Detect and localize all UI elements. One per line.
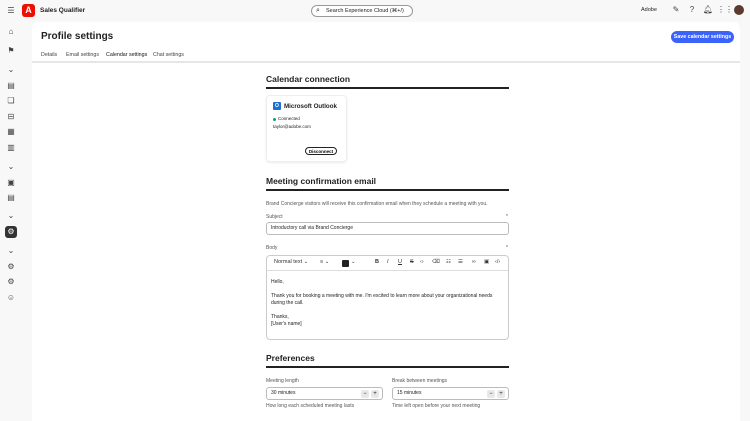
meeting-length-value: 30 minutes	[271, 390, 296, 396]
leads-icon[interactable]: ⚑	[5, 45, 17, 57]
tab-details[interactable]: Details	[41, 52, 57, 58]
profile-settings-icon[interactable]: ⚙	[5, 226, 17, 238]
meeting-length-label: Meeting length	[266, 378, 299, 384]
break-label: Break between meetings	[392, 378, 448, 384]
outlook-icon: O	[273, 102, 281, 110]
increment-button[interactable]: +	[497, 390, 505, 398]
calendar-icon[interactable]: ▦	[5, 126, 17, 138]
required-indicator: *	[506, 245, 508, 251]
home-icon[interactable]: ⌂	[5, 26, 17, 38]
config-icon[interactable]: ⚙	[5, 276, 17, 288]
body-line: Thank you for booking a meeting with me.…	[271, 293, 493, 306]
list-icon[interactable]: ▤	[5, 80, 17, 92]
text-style-dropdown[interactable]: Normal text ⌄	[274, 259, 308, 265]
connected-email: taylor@adobe.com	[273, 124, 311, 129]
document-icon[interactable]: ▤	[5, 192, 17, 204]
bold-icon[interactable]: B	[375, 259, 379, 265]
gallery-icon[interactable]: ▣	[5, 177, 17, 189]
underline-icon[interactable]: U	[398, 259, 402, 265]
calendar-connection-heading: Calendar connection	[266, 74, 351, 84]
connection-status: Connected	[278, 116, 300, 121]
analytics-icon[interactable]: ▥	[5, 142, 17, 154]
body-line: Thanks,	[271, 314, 289, 320]
body-editor: Normal text ⌄ ≡ ⌄ ⌄ B I U S ‹› ⌫ ☷ ☰ ∞ ▣…	[266, 255, 509, 340]
decrement-button[interactable]: −	[361, 390, 369, 398]
subject-label: Subject	[266, 214, 283, 220]
search-placeholder: Search Experience Cloud (⌘+/)	[326, 8, 404, 14]
text-color-swatch[interactable]	[342, 260, 349, 267]
numbered-list-icon[interactable]: ☰	[458, 259, 463, 265]
bell-icon[interactable]: 🔔︎	[702, 5, 714, 14]
decrement-button[interactable]: −	[487, 390, 495, 398]
feedback-icon[interactable]: ✎	[670, 5, 682, 14]
menu-icon[interactable]: ☰	[5, 6, 17, 15]
text-style-value: Normal text	[274, 259, 303, 265]
email-body-text[interactable]: Hello, Thank you for booking a meeting w…	[267, 271, 508, 336]
help-icon[interactable]: ?	[686, 5, 698, 14]
save-calendar-settings-button[interactable]: Save calendar settings	[671, 31, 734, 43]
chevron-down-icon[interactable]: ⌄	[5, 210, 17, 222]
apps-grid-icon[interactable]: ⋮⋮	[717, 5, 733, 14]
body-line: [User's name]	[271, 321, 302, 327]
preferences-heading: Preferences	[266, 353, 315, 363]
link-icon[interactable]: ∞	[472, 259, 476, 265]
search-input[interactable]: ⌕ Search Experience Cloud (⌘+/)	[311, 5, 413, 17]
break-help: Time left open before your next meeting	[392, 403, 481, 409]
italic-icon[interactable]: I	[387, 259, 389, 265]
editor-toolbar: Normal text ⌄ ≡ ⌄ ⌄ B I U S ‹› ⌫ ☷ ☰ ∞ ▣…	[267, 256, 508, 271]
org-switcher[interactable]: Adobe	[641, 7, 657, 13]
tab-email-settings[interactable]: Email settings	[66, 52, 99, 58]
status-dot	[273, 118, 276, 121]
chevron-down-icon[interactable]: ⌄	[5, 161, 17, 173]
provider-name: Microsoft Outlook	[284, 103, 337, 110]
subject-input[interactable]: Introductory call via Brand Concierge	[266, 222, 509, 235]
required-indicator: *	[506, 214, 508, 220]
search-icon: ⌕	[316, 7, 320, 14]
adobe-logo: A	[22, 4, 35, 17]
strikethrough-icon[interactable]: S	[410, 259, 414, 265]
meeting-length-help: How long each scheduled meeting lasts	[266, 403, 355, 409]
bullet-list-icon[interactable]: ☷	[446, 259, 451, 265]
body-label: Body	[266, 245, 278, 251]
email-description: Brand Concierge visitors will receive th…	[266, 201, 488, 207]
clear-format-icon[interactable]: ⌫	[432, 259, 440, 265]
increment-button[interactable]: +	[371, 390, 379, 398]
break-stepper[interactable]: 15 minutes − +	[392, 387, 509, 400]
top-bar: ☰ A Sales Qualifier ⌕ Search Experience C…	[0, 0, 750, 22]
settings-icon[interactable]: ⚙	[5, 261, 17, 273]
image-icon[interactable]: ▣	[484, 259, 489, 265]
chevron-down-icon[interactable]: ⌄	[351, 259, 356, 265]
inbox-icon[interactable]: ⊟	[5, 111, 17, 123]
divider	[266, 87, 509, 89]
page-title: Profile settings	[41, 31, 114, 42]
app-name: Sales Qualifier	[40, 7, 86, 14]
disconnect-button[interactable]: Disconnect	[305, 147, 337, 155]
divider	[266, 366, 509, 368]
align-dropdown-icon[interactable]: ≡ ⌄	[320, 259, 329, 265]
tab-chat-settings[interactable]: Chat settings	[153, 52, 184, 58]
break-value: 15 minutes	[397, 390, 422, 396]
divider	[266, 189, 509, 191]
chat-icon[interactable]: ❏	[5, 95, 17, 107]
avatar[interactable]	[734, 5, 744, 15]
meeting-length-stepper[interactable]: 30 minutes − +	[266, 387, 383, 400]
users-icon[interactable]: ☺	[5, 292, 17, 304]
body-line: Hello,	[271, 279, 284, 285]
chevron-down-icon[interactable]: ⌄	[5, 64, 17, 76]
tab-divider	[32, 61, 740, 63]
outlook-card: O Microsoft Outlook Connected taylor@ado…	[266, 95, 347, 162]
code-block-icon[interactable]: ‹/›	[495, 259, 500, 265]
meeting-email-heading: Meeting confirmation email	[266, 176, 377, 186]
inline-code-icon[interactable]: ‹›	[420, 259, 424, 265]
chevron-down-icon[interactable]: ⌄	[5, 245, 17, 257]
